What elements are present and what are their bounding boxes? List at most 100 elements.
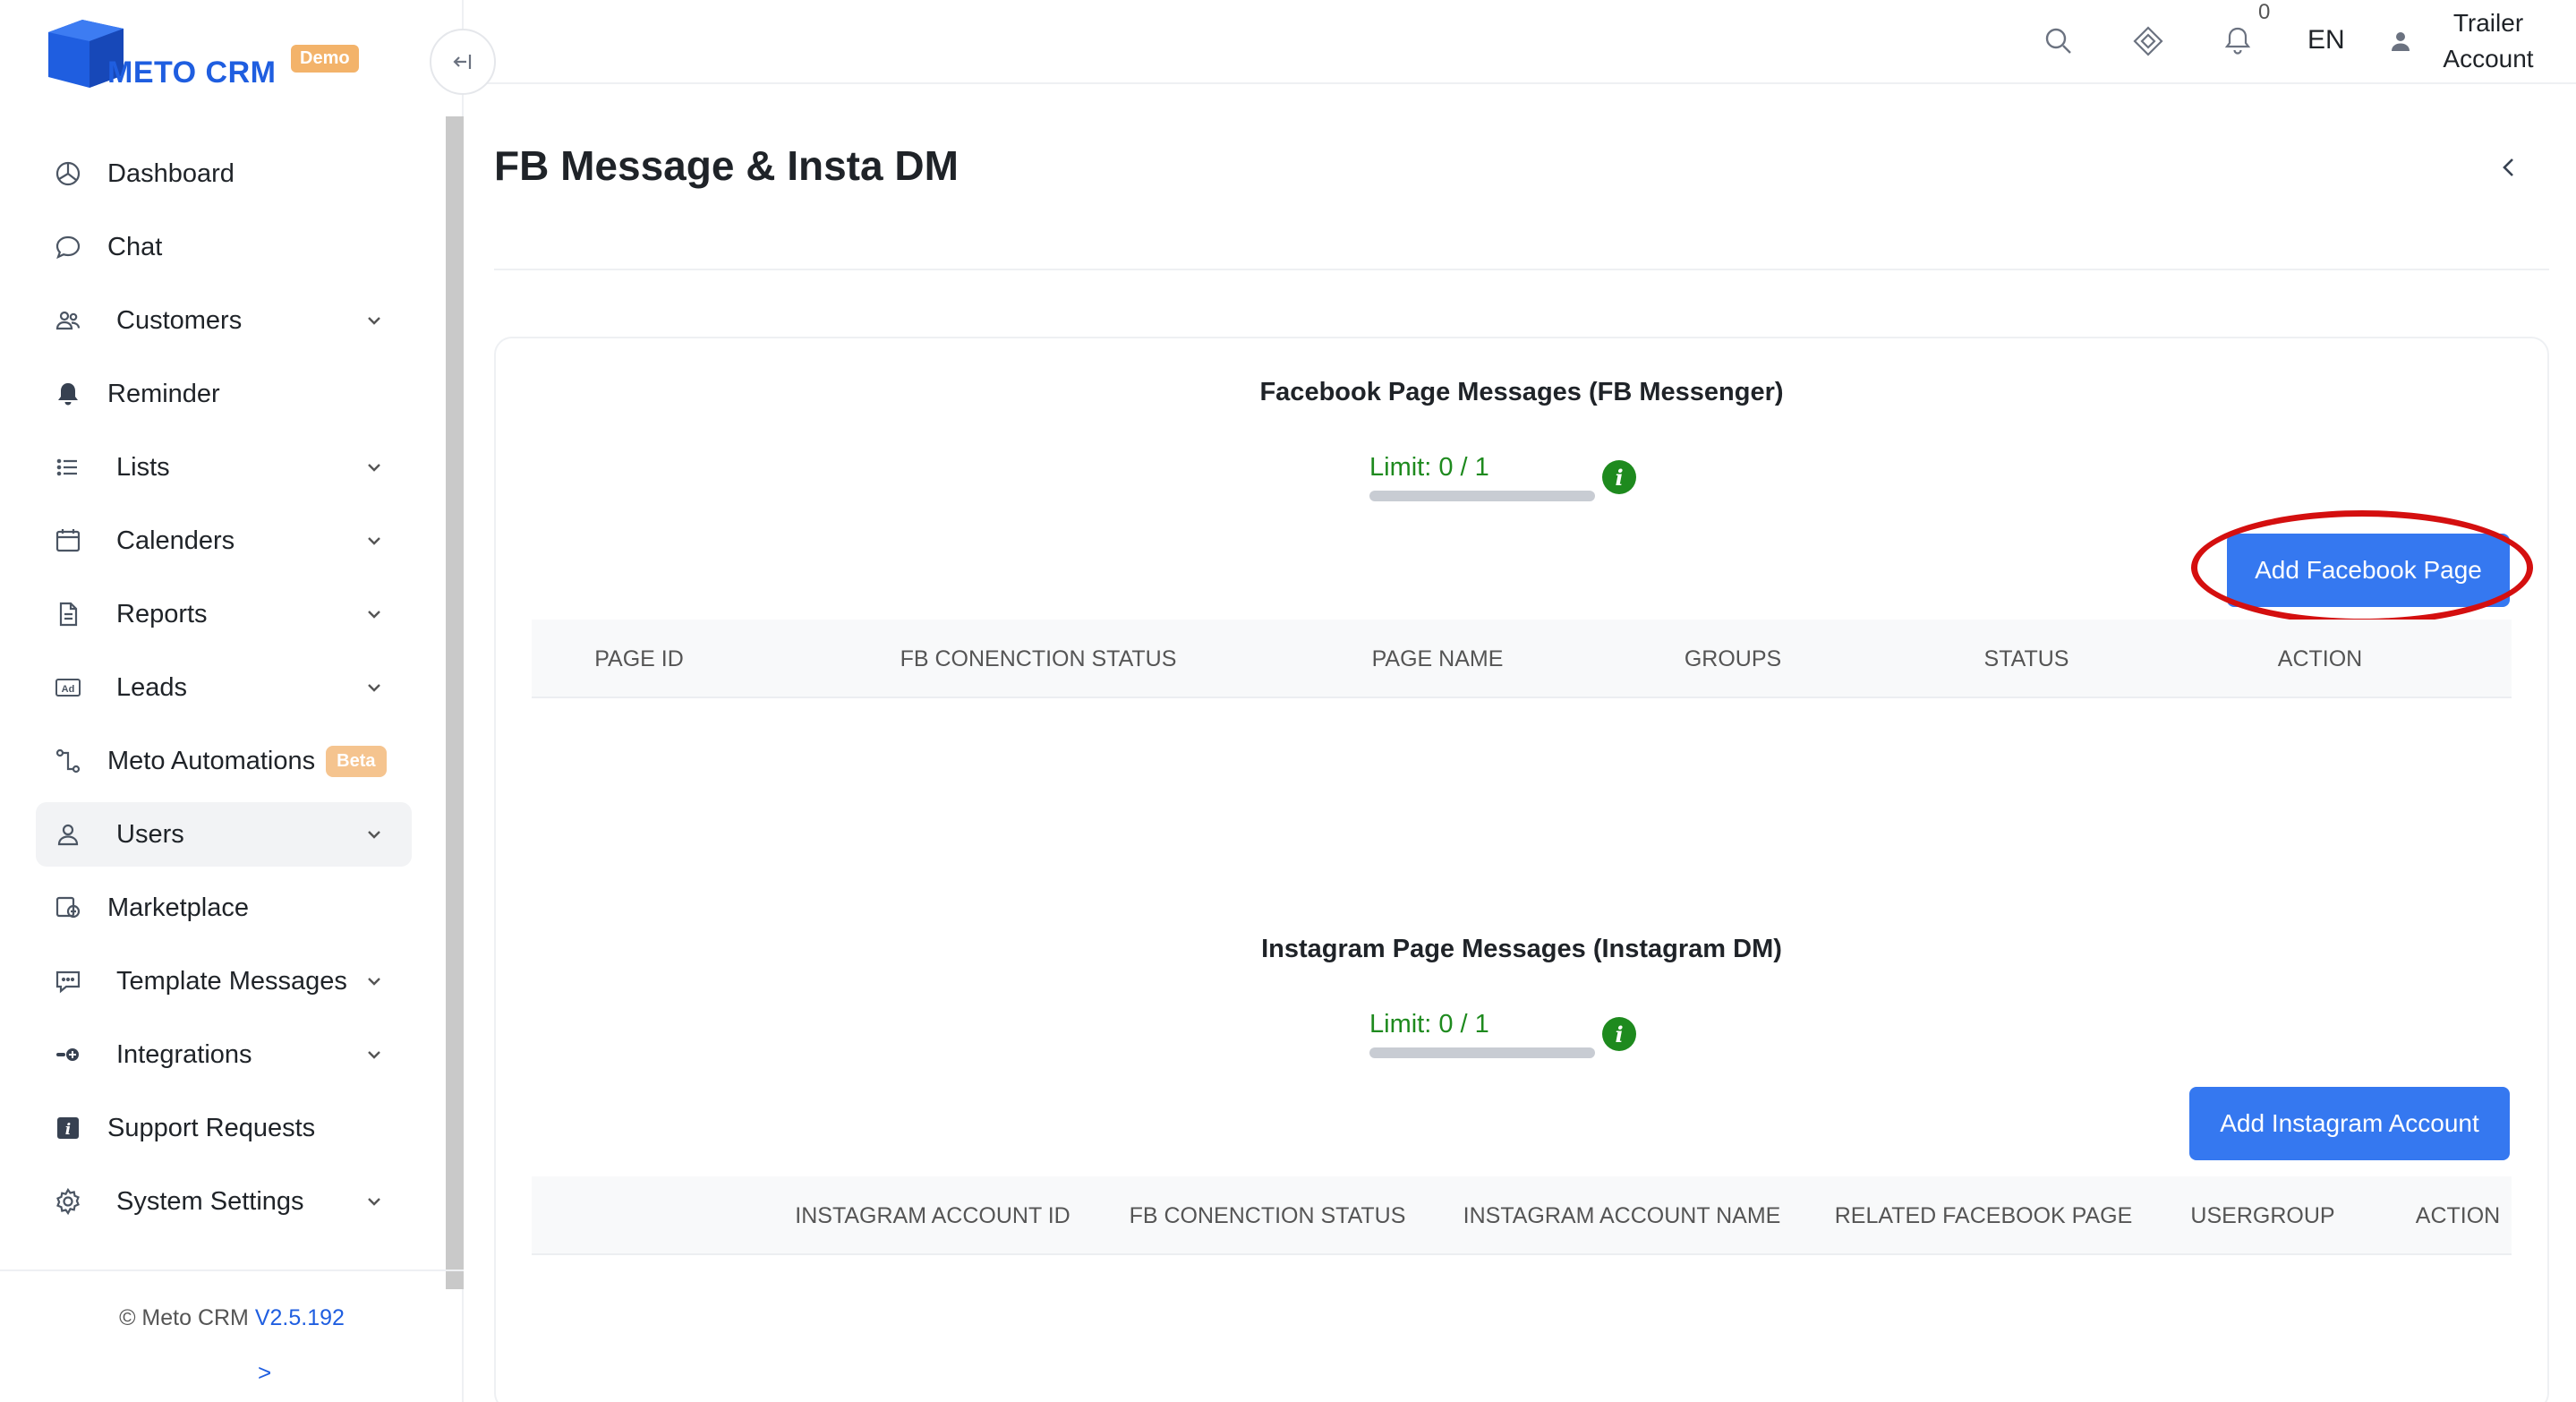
chevron-down-icon — [368, 1051, 380, 1059]
sidebar-scrollbar-thumb[interactable] — [446, 116, 464, 1289]
column-header[interactable]: FB CONENCTION STATUS — [900, 620, 1177, 698]
column-header[interactable]: ACTION — [2416, 1176, 2500, 1255]
chevron-left-icon[interactable] — [2495, 154, 2522, 181]
marketplace-icon — [50, 890, 86, 926]
column-header[interactable]: PAGE NAME — [1372, 620, 1504, 698]
bell-icon — [50, 376, 86, 412]
chevron-down-icon — [368, 684, 380, 692]
automation-icon — [50, 743, 86, 779]
add-instagram-account-button[interactable]: Add Instagram Account — [2189, 1087, 2510, 1160]
chevron-down-icon — [368, 611, 380, 619]
column-header[interactable]: STATUS — [1984, 620, 2069, 698]
calendar-icon — [50, 523, 86, 559]
user-icon — [50, 816, 86, 852]
account-menu[interactable]: Trailer Account — [2417, 5, 2560, 77]
sidebar-item-dashboard[interactable]: Dashboard — [36, 141, 412, 206]
column-header[interactable]: ACTION — [2278, 620, 2362, 698]
column-header[interactable]: RELATED FACEBOOK PAGE — [1835, 1176, 2133, 1255]
sidebar-item-users[interactable]: Users — [36, 802, 412, 867]
report-icon — [50, 596, 86, 632]
sidebar-item-template-messages[interactable]: Template Messages — [36, 949, 412, 1013]
diamond-apps-icon[interactable] — [2130, 23, 2166, 59]
column-header[interactable]: PAGE ID — [594, 620, 684, 698]
collapse-left-icon — [453, 55, 472, 69]
list-icon — [50, 449, 86, 485]
chevron-down-icon — [368, 1198, 380, 1206]
sidebar-item-calenders[interactable]: Calenders — [36, 509, 412, 573]
dashboard-icon — [50, 156, 86, 192]
footer-expand-link[interactable]: > — [258, 1359, 271, 1387]
sidebar-item-label: Customers — [116, 305, 243, 335]
notification-count: 0 — [2258, 0, 2271, 24]
column-header[interactable]: FB CONENCTION STATUS — [1130, 1176, 1406, 1255]
info-icon[interactable]: i — [1602, 1017, 1636, 1051]
sidebar-item-marketplace[interactable]: Marketplace — [36, 876, 412, 940]
add-facebook-page-button[interactable]: Add Facebook Page — [2227, 534, 2510, 607]
copyright-text: © Meto CRM V2.5.192 — [0, 1305, 464, 1331]
logo[interactable]: METO CRM Demo — [48, 18, 371, 98]
template-message-icon — [50, 963, 86, 999]
version-link[interactable]: V2.5.192 — [255, 1305, 345, 1330]
title-divider — [494, 269, 2549, 270]
account-name-line1: Trailer — [2452, 9, 2524, 37]
sidebar-item-support-requests[interactable]: i Support Requests — [36, 1096, 412, 1160]
instagram-limit-text: Limit: 0 / 1 — [1369, 1010, 1489, 1039]
sidebar-item-label: System Settings — [116, 1186, 304, 1216]
sidebar-item-label: Leads — [116, 672, 188, 702]
chevron-down-icon — [368, 831, 380, 839]
page-title: FB Message & Insta DM — [494, 142, 959, 189]
sidebar-item-leads[interactable]: Ad Leads — [36, 655, 412, 720]
svg-text:Ad: Ad — [62, 684, 75, 695]
sidebar-item-lists[interactable]: Lists — [36, 435, 412, 500]
logo-text: METO CRM — [107, 56, 277, 90]
sidebar-item-reminder[interactable]: Reminder — [36, 362, 412, 426]
copyright-label: © Meto CRM — [119, 1305, 249, 1330]
ad-icon: Ad — [50, 670, 86, 705]
sidebar-item-label: Marketplace — [107, 893, 249, 922]
beta-badge: Beta — [326, 745, 387, 777]
topbar: 0 EN Trailer Account — [465, 0, 2576, 84]
sidebar-item-label: Users — [116, 819, 184, 849]
column-header[interactable]: GROUPS — [1685, 620, 1781, 698]
sidebar-item-chat[interactable]: Chat — [36, 215, 412, 279]
column-header[interactable]: USERGROUP — [2190, 1176, 2334, 1255]
chevron-down-icon — [368, 317, 380, 325]
sidebar-item-system-settings[interactable]: System Settings — [36, 1169, 412, 1234]
sidebar-item-reports[interactable]: Reports — [36, 582, 412, 646]
facebook-section-title: Facebook Page Messages (FB Messenger) — [1259, 378, 1784, 406]
column-header[interactable]: INSTAGRAM ACCOUNT NAME — [1463, 1176, 1781, 1255]
sidebar-collapse-button[interactable] — [430, 29, 496, 95]
notification-bell-icon[interactable] — [2220, 23, 2256, 59]
info-icon[interactable]: i — [1602, 460, 1636, 494]
sidebar-item-label: Meto Automations — [107, 746, 316, 775]
chevron-down-icon — [368, 464, 380, 472]
messages-card: Facebook Page Messages (FB Messenger) Li… — [494, 337, 2549, 1402]
sidebar-item-label: Lists — [116, 452, 170, 482]
chat-bubble-icon — [50, 229, 86, 265]
search-icon[interactable] — [2041, 23, 2077, 59]
svg-text:i: i — [65, 1121, 71, 1139]
sidebar-item-label: Reports — [116, 599, 208, 628]
account-name-line2: Account — [2443, 45, 2534, 73]
customers-icon — [50, 303, 86, 338]
sidebar-nav: Dashboard Chat Customers Reminder Lists … — [36, 141, 412, 1243]
sidebar-footer: © Meto CRM V2.5.192 > — [0, 1269, 464, 1402]
sidebar-item-integrations[interactable]: Integrations — [36, 1022, 412, 1087]
sidebar-item-customers[interactable]: Customers — [36, 288, 412, 353]
column-header[interactable]: INSTAGRAM ACCOUNT ID — [795, 1176, 1070, 1255]
sidebar-item-label: Support Requests — [107, 1113, 316, 1142]
sidebar-item-meto-automations[interactable]: Meto Automations Beta — [36, 729, 412, 793]
sidebar-item-label: Reminder — [107, 379, 220, 408]
sidebar-item-label: Chat — [107, 232, 163, 261]
facebook-limit-text: Limit: 0 / 1 — [1369, 453, 1489, 482]
support-icon: i — [50, 1110, 86, 1146]
gear-icon — [50, 1184, 86, 1219]
facebook-limit-bar — [1369, 491, 1595, 501]
language-selector[interactable]: EN — [2307, 25, 2345, 56]
sidebar-item-label: Dashboard — [107, 158, 235, 188]
sidebar-item-label: Calenders — [116, 526, 235, 555]
chevron-down-icon — [368, 537, 380, 545]
sidebar-item-label: Template Messages — [116, 966, 347, 996]
instagram-limit-bar — [1369, 1047, 1595, 1058]
instagram-section-title: Instagram Page Messages (Instagram DM) — [1261, 935, 1782, 963]
